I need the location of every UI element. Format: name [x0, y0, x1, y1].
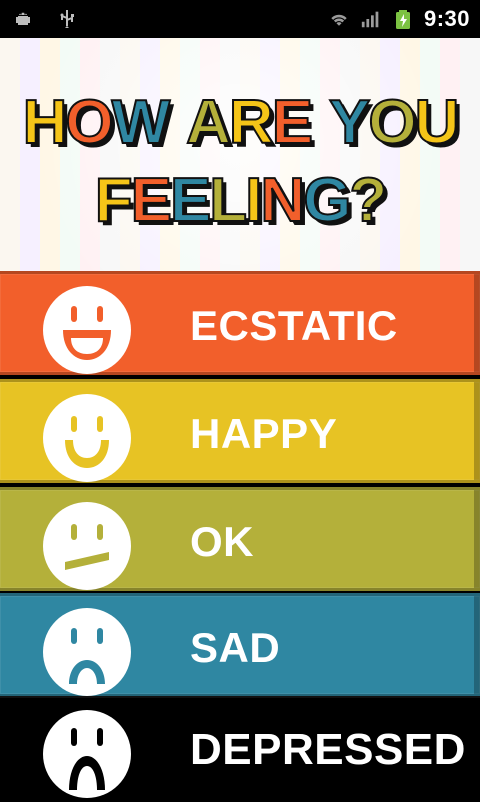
- mood-label: OK: [190, 518, 254, 565]
- title-line-1: HOW ARE YOU: [0, 84, 480, 162]
- title-letter: W: [111, 87, 171, 158]
- wifi-icon: [328, 8, 350, 30]
- title-letter: R: [228, 87, 275, 158]
- title-letter: E: [271, 87, 314, 158]
- ecstatic-face-icon: [43, 286, 131, 374]
- mood-row-ecstatic[interactable]: ECSTATIC: [0, 271, 480, 375]
- title-line-2: FEELING?: [0, 162, 480, 240]
- mood-row-depressed[interactable]: DEPRESSED: [0, 696, 480, 800]
- title-space: [168, 84, 186, 162]
- ok-face-icon: [43, 502, 131, 590]
- row-bevel: [474, 490, 480, 588]
- title-letter: O: [367, 87, 417, 158]
- title-line-1-text: HOW ARE YOU: [22, 87, 461, 158]
- title-letter: F: [94, 165, 134, 236]
- sad-face-icon: [43, 608, 131, 696]
- depressed-face-icon: [43, 710, 131, 798]
- mood-label: DEPRESSED: [190, 725, 466, 774]
- title-line-2-text: FEELING?: [94, 165, 389, 236]
- row-bevel: [474, 382, 480, 480]
- happy-face-icon: [43, 394, 131, 482]
- title-letter: U: [414, 87, 461, 158]
- status-right: 9:30: [328, 6, 470, 32]
- title-letter: O: [64, 87, 114, 158]
- status-bar: 9:30: [0, 0, 480, 38]
- mood-label: SAD: [190, 624, 281, 671]
- title-letter: E: [169, 165, 212, 236]
- mood-row-sad[interactable]: SAD: [0, 593, 480, 697]
- title-letter: N: [259, 165, 306, 236]
- mood-row-happy[interactable]: HAPPY: [0, 379, 480, 483]
- title-letter: G: [302, 165, 352, 236]
- mood-list: ECSTATIC HAPPY OK SAD DEPRESSED: [0, 271, 480, 800]
- title-letter: E: [130, 165, 173, 236]
- title-letter: L: [208, 165, 248, 236]
- title-letter: ?: [348, 165, 388, 236]
- header: HOW ARE YOU FEELING?: [0, 38, 480, 271]
- title-letter: H: [22, 87, 69, 158]
- mood-label: HAPPY: [190, 410, 338, 457]
- page-title: HOW ARE YOU FEELING?: [0, 84, 480, 240]
- android-debug-icon: [12, 8, 34, 30]
- row-bevel: [474, 596, 480, 694]
- title-letter: A: [185, 87, 232, 158]
- battery-charging-icon: [392, 8, 414, 30]
- usb-icon: [56, 8, 78, 30]
- title-space: [311, 84, 329, 162]
- mood-row-ok[interactable]: OK: [0, 487, 480, 591]
- signal-icon: [360, 8, 382, 30]
- status-time: 9:30: [423, 6, 470, 31]
- row-bevel: [474, 274, 480, 372]
- status-left: [12, 8, 78, 30]
- mood-label: ECSTATIC: [190, 302, 398, 349]
- title-letter: I: [244, 165, 263, 236]
- title-letter: Y: [328, 87, 371, 158]
